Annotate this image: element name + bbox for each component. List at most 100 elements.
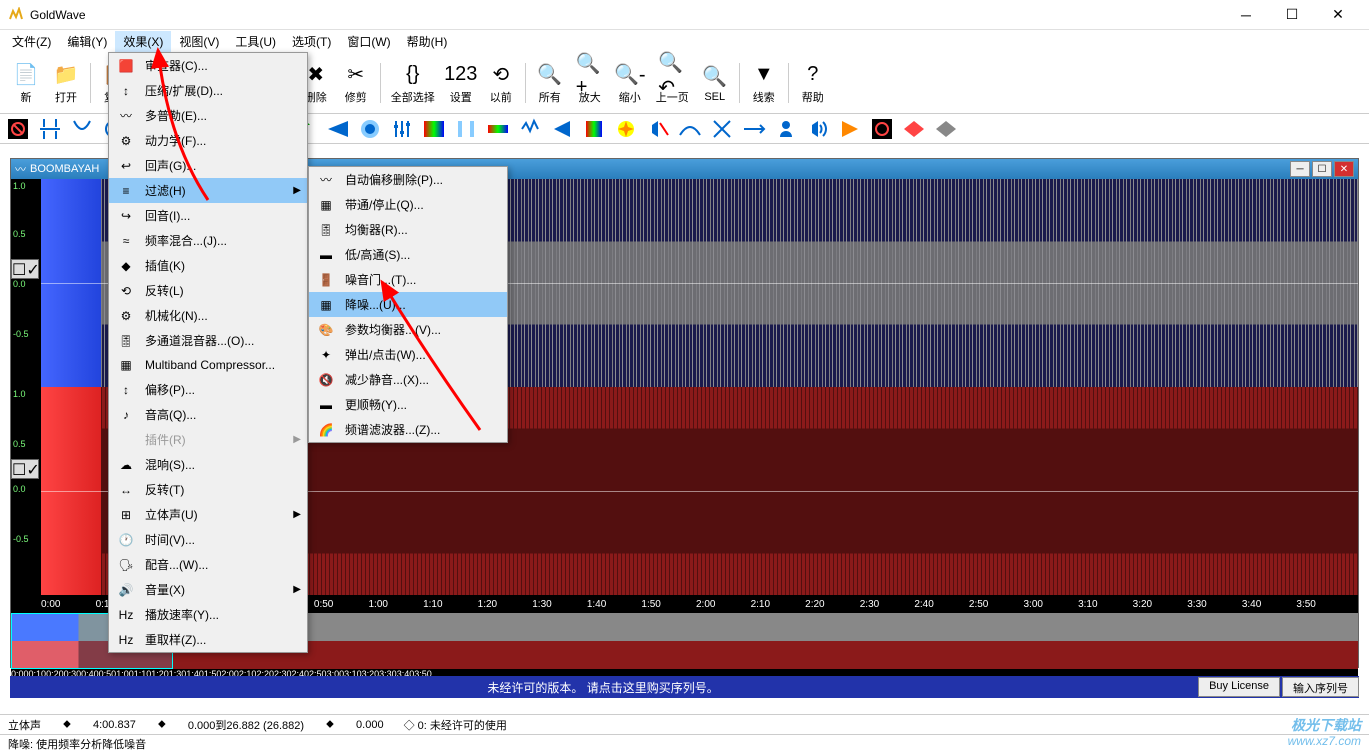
fx-silence-icon[interactable] — [646, 117, 670, 141]
maximize-button[interactable]: ☐ — [1269, 0, 1315, 30]
filter-menu-item[interactable]: 🎨参数均衡器...(V)... — [309, 317, 507, 342]
effect-menu-item[interactable]: ↔反转(T) — [109, 477, 307, 502]
fx-pitch-icon[interactable] — [326, 117, 350, 141]
filter-menu-item[interactable]: ▦降噪...(U)... — [309, 292, 507, 317]
fx-smooth-icon[interactable] — [678, 117, 702, 141]
effect-menu-item[interactable]: Hz重取样(Z)... — [109, 627, 307, 652]
menu-item-label: 均衡器(R)... — [345, 221, 408, 238]
effect-menu-item[interactable]: ⊞立体声(U)▶ — [109, 502, 307, 527]
fx-reverse-icon[interactable] — [550, 117, 574, 141]
menu-item-label: 审查器(C)... — [145, 57, 208, 74]
filter-menu-item[interactable]: 🌈频谱滤波器...(Z)... — [309, 417, 507, 442]
fx-lowhi-icon[interactable] — [486, 117, 510, 141]
fx-extra2-icon[interactable] — [934, 117, 958, 141]
toolbar-all-button[interactable]: 🔍所有 — [530, 59, 570, 107]
fx-eq-icon[interactable] — [390, 117, 414, 141]
effect-menu-item[interactable]: ↕压缩/扩展(D)... — [109, 78, 307, 103]
menu-item-label: 减少静音...(X)... — [345, 371, 429, 388]
close-button[interactable]: ✕ — [1315, 0, 1361, 30]
effect-menu-item[interactable]: ↕偏移(P)... — [109, 377, 307, 402]
menu-edit[interactable]: 编辑(Y) — [59, 31, 115, 52]
filter-menu-item[interactable]: ▦带通/停止(Q)... — [309, 192, 507, 217]
fx-rate-icon[interactable] — [838, 117, 862, 141]
toolbar-open-button[interactable]: 📁打开 — [46, 59, 86, 107]
effect-menu-item[interactable]: ≈频率混合...(J)... — [109, 228, 307, 253]
toolbar-prev-button[interactable]: ⟲以前 — [481, 59, 521, 107]
effect-menu-item[interactable]: Hz播放速率(Y)... — [109, 602, 307, 627]
menu-item-icon: 🌈 — [317, 422, 335, 438]
filter-menu-item[interactable]: 🎚均衡器(R)... — [309, 217, 507, 242]
status-nav-icon[interactable]: ⬥ — [324, 718, 336, 731]
toolbar-cue-button[interactable]: ▼线索 — [744, 59, 784, 107]
toolbar-set-button[interactable]: 123设置 — [441, 59, 481, 107]
fx-time-icon[interactable] — [742, 117, 766, 141]
effect-menu-item[interactable]: ⚙机械化(N)... — [109, 303, 307, 328]
fx-censor-icon[interactable] — [6, 117, 30, 141]
fx-pop-icon[interactable] — [614, 117, 638, 141]
fx-stereo-icon[interactable] — [710, 117, 734, 141]
fx-spectrum-icon[interactable] — [422, 117, 446, 141]
filter-menu-item[interactable]: 🔇减少静音...(X)... — [309, 367, 507, 392]
menu-help[interactable]: 帮助(H) — [399, 31, 456, 52]
fx-gate-icon[interactable] — [454, 117, 478, 141]
toolbar-selall-button[interactable]: {}全部选择 — [385, 59, 441, 107]
toolbar-trim-button[interactable]: ✂修剪 — [336, 59, 376, 107]
fx-compress-icon[interactable] — [38, 117, 62, 141]
toolbar-help-button[interactable]: ?帮助 — [793, 59, 833, 107]
doc-maximize-button[interactable]: ☐ — [1312, 161, 1332, 177]
effect-menu-item[interactable]: ⚙动力学(F)... — [109, 128, 307, 153]
fx-reverb-icon[interactable] — [358, 117, 382, 141]
doc-minimize-button[interactable]: ─ — [1290, 161, 1310, 177]
effect-menu-item[interactable]: ▦Multiband Compressor... — [109, 353, 307, 377]
menu-file[interactable]: 文件(Z) — [4, 31, 59, 52]
menu-option[interactable]: 选项(T) — [284, 31, 339, 52]
menu-item-label: 反转(T) — [145, 481, 184, 498]
license-message[interactable]: 未经许可的版本。 请点击这里购买序列号。 — [10, 679, 1196, 696]
effect-menu-item[interactable]: 🗣配音...(W)... — [109, 552, 307, 577]
menu-view[interactable]: 视图(V) — [171, 31, 227, 52]
status-nav-icon[interactable]: ⬥ — [61, 718, 73, 731]
minimize-button[interactable]: ─ — [1223, 0, 1269, 30]
toolbar-zoomin-button[interactable]: 🔍+放大 — [570, 59, 610, 107]
effect-menu-item[interactable]: 🕐时间(V)... — [109, 527, 307, 552]
fx-noise-icon[interactable] — [518, 117, 542, 141]
menu-item-label: 插件(R) — [145, 431, 186, 448]
effect-menu-item[interactable]: ≡过滤(H)▶ — [109, 178, 307, 203]
filter-menu-item[interactable]: ✦弹出/点击(W)... — [309, 342, 507, 367]
channel-toggle-left[interactable]: ☐✓ — [11, 259, 39, 279]
fx-extra1-icon[interactable] — [902, 117, 926, 141]
doc-close-button[interactable]: ✕ — [1334, 161, 1354, 177]
effect-menu-item[interactable]: ☁混响(S)... — [109, 452, 307, 477]
fx-resample-icon[interactable] — [870, 117, 894, 141]
enter-serial-button[interactable]: 输入序列号 — [1282, 677, 1359, 697]
buy-license-button[interactable]: Buy License — [1198, 677, 1280, 697]
effect-menu-item[interactable]: ◆插值(K) — [109, 253, 307, 278]
effect-menu-item[interactable]: ♪音高(Q)... — [109, 402, 307, 427]
toolbar-new-button[interactable]: 📄新 — [6, 59, 46, 107]
effect-menu-item[interactable]: ↩回声(G)... — [109, 153, 307, 178]
effect-menu-item[interactable]: 〰多普勒(E)... — [109, 103, 307, 128]
filter-menu-item[interactable]: ▬低/高通(S)... — [309, 242, 507, 267]
effect-menu-item[interactable]: ⟲反转(L) — [109, 278, 307, 303]
effect-menu-item[interactable]: ↪回音(I)... — [109, 203, 307, 228]
filter-menu-item[interactable]: 🚪噪音门...(T)... — [309, 267, 507, 292]
toolbar-zoomout-button[interactable]: 🔍-缩小 — [610, 59, 650, 107]
filter-menu-item[interactable]: ▬更顺畅(Y)... — [309, 392, 507, 417]
toolbar-pgup-button[interactable]: 🔍↶上一页 — [650, 59, 695, 107]
status-nav-icon[interactable]: ⬥ — [156, 718, 168, 731]
toolbar-sel-button[interactable]: 🔍SEL — [695, 61, 735, 105]
fx-vol-icon[interactable] — [806, 117, 830, 141]
menu-item-icon: 🔊 — [117, 582, 135, 598]
filter-menu-item[interactable]: 〰自动偏移删除(P)... — [309, 167, 507, 192]
menu-tool[interactable]: 工具(U) — [227, 31, 284, 52]
menu-item-icon: ↪ — [117, 208, 135, 224]
effect-menu-item[interactable]: 🟥审查器(C)... — [109, 53, 307, 78]
fx-param-icon[interactable] — [582, 117, 606, 141]
fx-doppler-icon[interactable] — [70, 117, 94, 141]
effect-menu-item[interactable]: 🎚多通道混音器...(O)... — [109, 328, 307, 353]
fx-voice-icon[interactable] — [774, 117, 798, 141]
effect-menu-item[interactable]: 🔊音量(X)▶ — [109, 577, 307, 602]
menu-window[interactable]: 窗口(W) — [339, 31, 398, 52]
menu-effect[interactable]: 效果(X) — [115, 31, 171, 52]
channel-toggle-right[interactable]: ☐✓ — [11, 459, 39, 479]
